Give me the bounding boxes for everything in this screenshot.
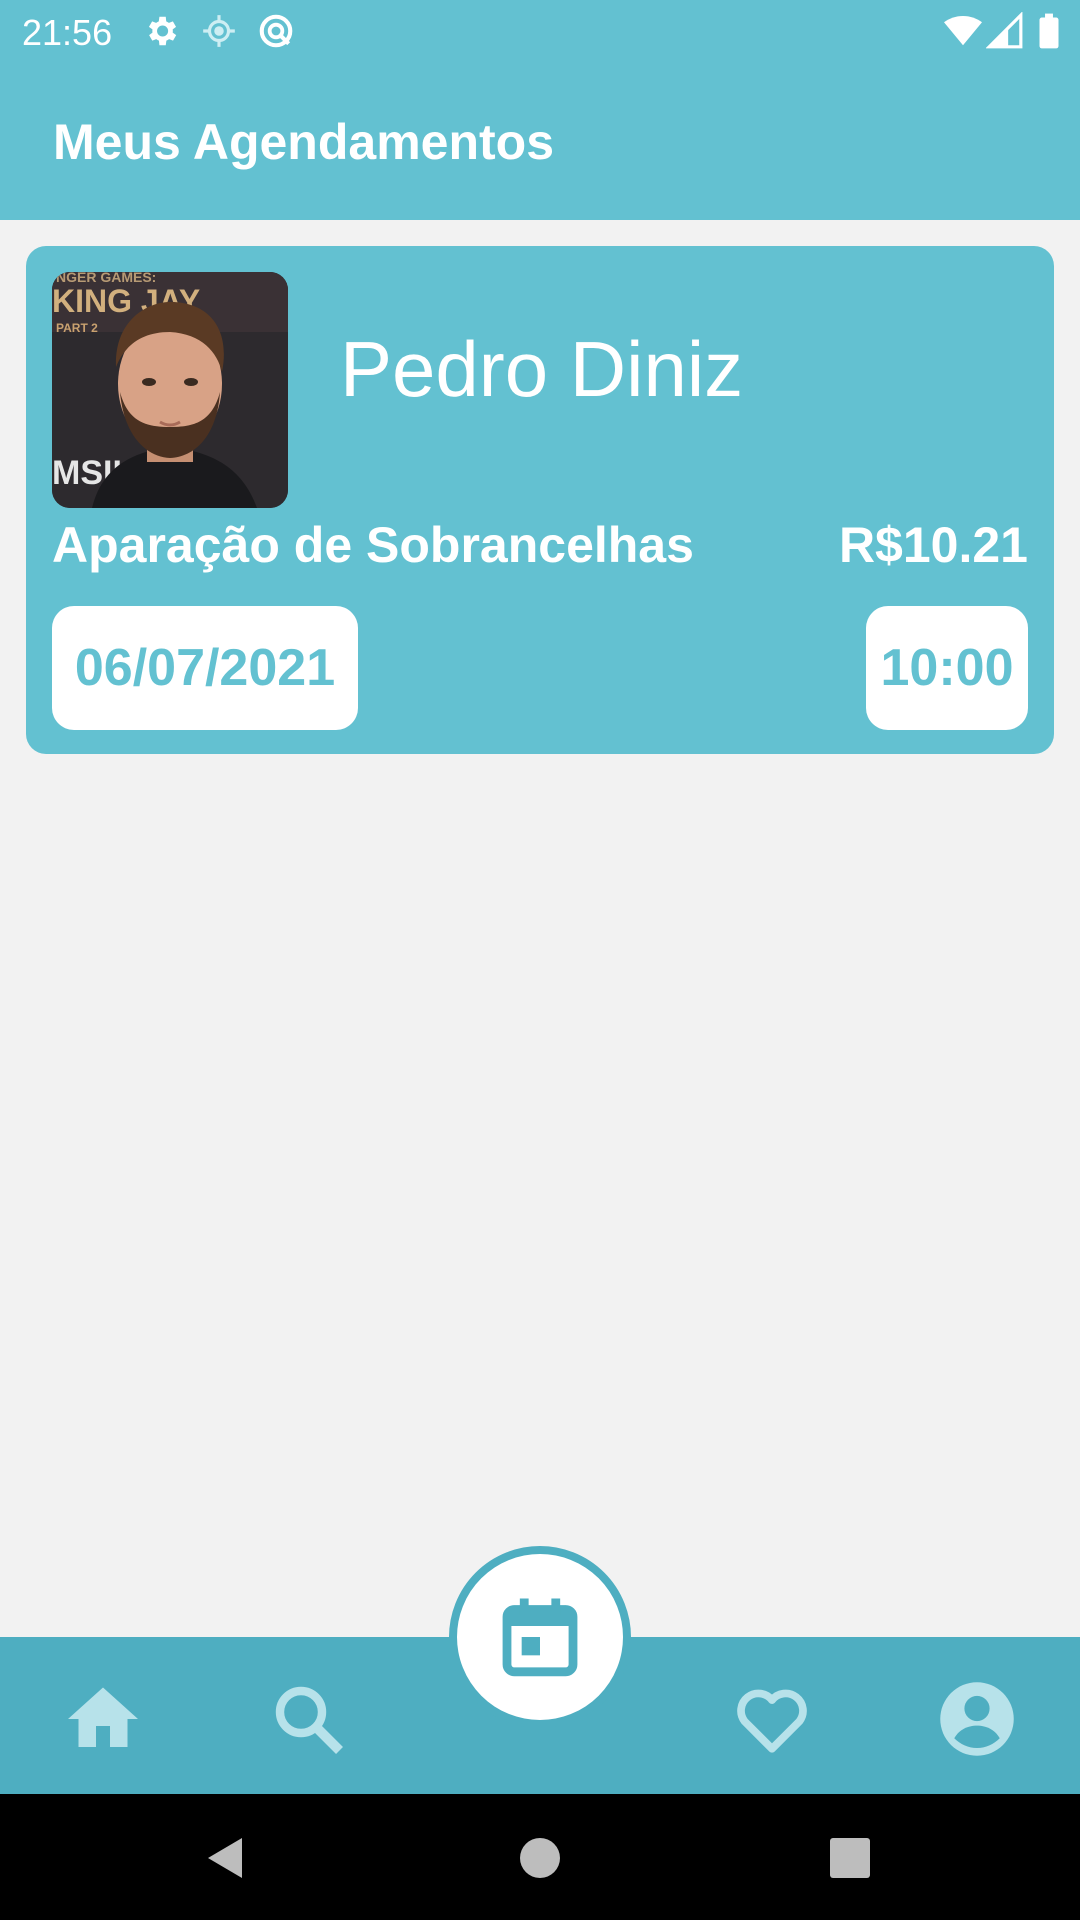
recents-icon[interactable] bbox=[826, 1834, 874, 1882]
heart-icon bbox=[737, 1689, 807, 1753]
appointment-card[interactable]: NGER GAMES: KING JAY PART 2 MSII Pedro D… bbox=[26, 246, 1054, 754]
signal-icon bbox=[986, 12, 1023, 49]
nav-favorites[interactable] bbox=[730, 1677, 814, 1761]
status-time: 21:56 bbox=[22, 12, 113, 53]
app-bar: Meus Agendamentos bbox=[0, 63, 1080, 220]
system-navigation-bar bbox=[0, 1794, 1080, 1920]
provider-name: Pedro Diniz bbox=[340, 325, 744, 413]
service-price: R$10.21 bbox=[838, 517, 1028, 573]
battery-icon bbox=[1039, 13, 1059, 49]
gear-icon bbox=[148, 16, 177, 46]
location-icon bbox=[203, 15, 235, 47]
provider-photo: NGER GAMES: KING JAY PART 2 MSII bbox=[52, 272, 288, 508]
date-badge: 06/07/2021 bbox=[52, 606, 358, 730]
nav-appointments[interactable] bbox=[449, 1546, 631, 1728]
home-circle-icon[interactable] bbox=[516, 1834, 564, 1882]
wifi-icon bbox=[944, 15, 982, 46]
account-icon bbox=[940, 1682, 1014, 1756]
time-badge: 10:00 bbox=[866, 606, 1028, 730]
status-bar: 21:56 bbox=[0, 0, 1080, 63]
search-icon bbox=[275, 1686, 343, 1754]
page-title: Meus Agendamentos bbox=[53, 114, 555, 170]
home-icon bbox=[68, 1687, 138, 1747]
calendar-icon bbox=[502, 1598, 578, 1677]
nav-profile[interactable] bbox=[935, 1677, 1019, 1761]
back-icon[interactable] bbox=[202, 1834, 250, 1882]
data-saver-icon bbox=[259, 14, 293, 48]
service-name: Aparação de Sobrancelhas bbox=[52, 517, 694, 573]
nav-home[interactable] bbox=[61, 1677, 145, 1761]
poster-text-line3: PART 2 bbox=[56, 321, 98, 335]
nav-search[interactable] bbox=[266, 1677, 350, 1761]
